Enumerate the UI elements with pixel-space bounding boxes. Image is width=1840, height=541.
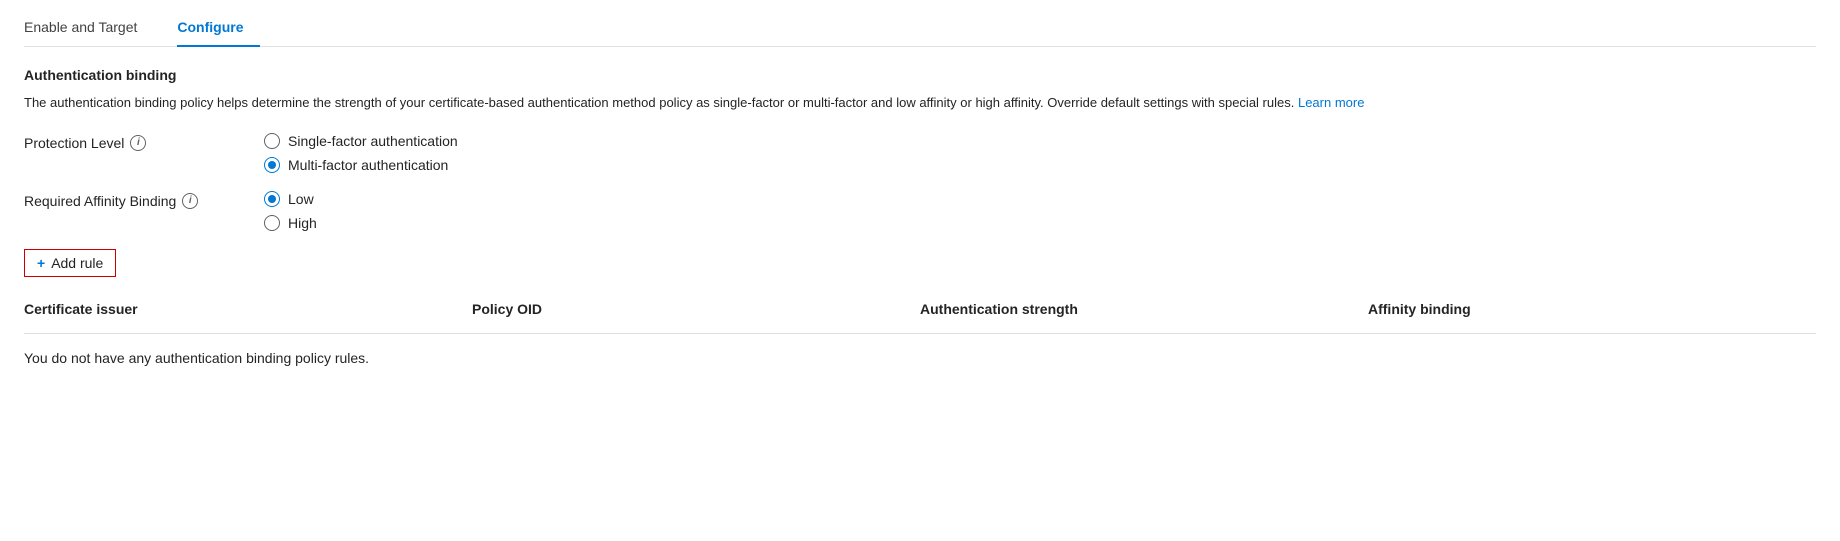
single-factor-radio[interactable] bbox=[264, 133, 280, 149]
learn-more-link[interactable]: Learn more bbox=[1298, 95, 1364, 110]
protection-level-info-icon[interactable]: i bbox=[130, 135, 146, 151]
multi-factor-option[interactable]: Multi-factor authentication bbox=[264, 157, 458, 173]
add-rule-button[interactable]: + Add rule bbox=[24, 249, 116, 277]
high-affinity-label: High bbox=[288, 215, 317, 231]
single-factor-option[interactable]: Single-factor authentication bbox=[264, 133, 458, 149]
page-container: Enable and Target Configure Authenticati… bbox=[0, 0, 1840, 406]
low-affinity-option[interactable]: Low bbox=[264, 191, 317, 207]
tabs-container: Enable and Target Configure bbox=[24, 8, 1816, 47]
table-empty-message: You do not have any authentication bindi… bbox=[24, 334, 1816, 382]
affinity-binding-label: Required Affinity Binding i bbox=[24, 191, 264, 209]
rules-table: Certificate issuer Policy OID Authentica… bbox=[24, 293, 1816, 382]
protection-level-label-text: Protection Level bbox=[24, 135, 124, 151]
low-affinity-radio[interactable] bbox=[264, 191, 280, 207]
protection-level-row: Protection Level i Single-factor authent… bbox=[24, 133, 1816, 173]
low-affinity-label: Low bbox=[288, 191, 314, 207]
protection-level-label: Protection Level i bbox=[24, 133, 264, 151]
affinity-binding-options: Low High bbox=[264, 191, 317, 231]
single-factor-label: Single-factor authentication bbox=[288, 133, 458, 149]
col-policy-oid: Policy OID bbox=[472, 293, 920, 325]
multi-factor-label: Multi-factor authentication bbox=[288, 157, 448, 173]
high-affinity-radio[interactable] bbox=[264, 215, 280, 231]
col-authentication-strength: Authentication strength bbox=[920, 293, 1368, 325]
section-title: Authentication binding bbox=[24, 67, 1816, 83]
tab-configure[interactable]: Configure bbox=[177, 9, 259, 47]
plus-icon: + bbox=[37, 255, 45, 271]
affinity-binding-row: Required Affinity Binding i Low High bbox=[24, 191, 1816, 231]
high-affinity-option[interactable]: High bbox=[264, 215, 317, 231]
table-header: Certificate issuer Policy OID Authentica… bbox=[24, 293, 1816, 334]
add-rule-label: Add rule bbox=[51, 255, 103, 271]
tab-enable-target[interactable]: Enable and Target bbox=[24, 9, 153, 47]
section-description: The authentication binding policy helps … bbox=[24, 93, 1774, 113]
protection-level-options: Single-factor authentication Multi-facto… bbox=[264, 133, 458, 173]
affinity-binding-label-text: Required Affinity Binding bbox=[24, 193, 176, 209]
col-certificate-issuer: Certificate issuer bbox=[24, 293, 472, 325]
affinity-binding-info-icon[interactable]: i bbox=[182, 193, 198, 209]
multi-factor-radio[interactable] bbox=[264, 157, 280, 173]
description-text: The authentication binding policy helps … bbox=[24, 95, 1294, 110]
col-affinity-binding: Affinity binding bbox=[1368, 293, 1816, 325]
